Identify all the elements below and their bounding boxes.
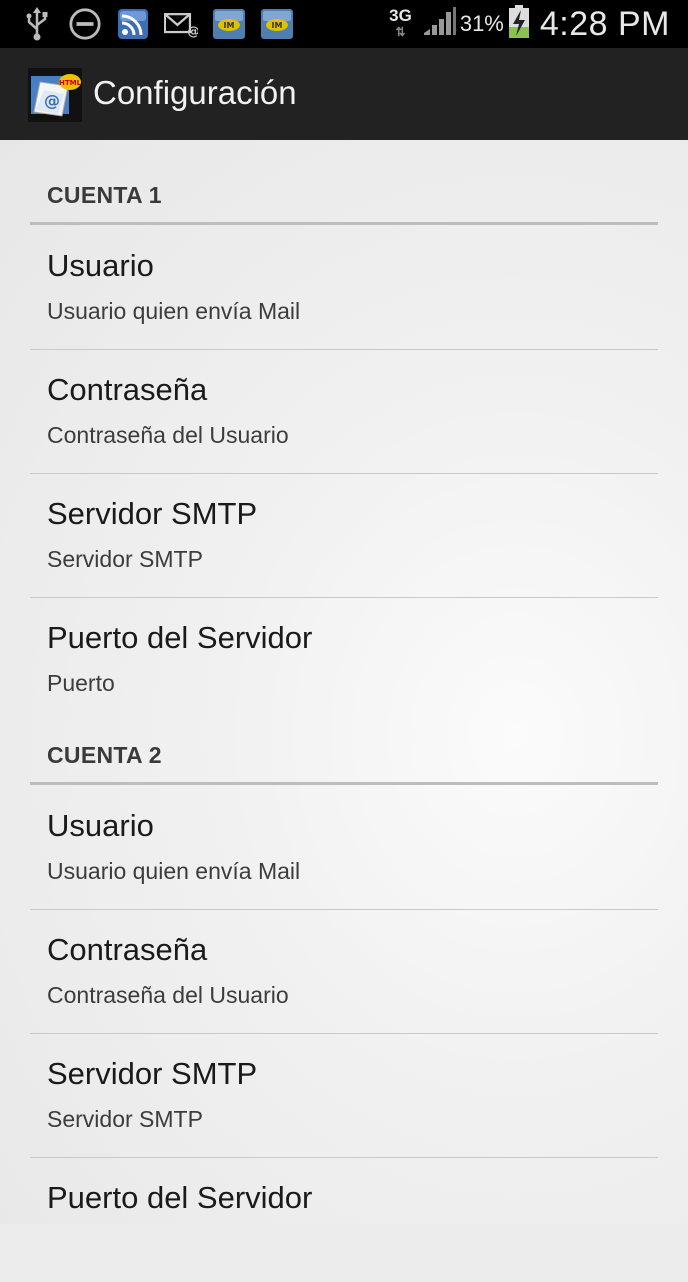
pref-title: Puerto del Servidor — [47, 1180, 313, 1215]
svg-text:IM: IM — [224, 21, 235, 30]
pref-title: Servidor SMTP — [47, 1056, 258, 1091]
pref-title: Contraseña — [47, 372, 208, 407]
svg-text:@: @ — [44, 91, 60, 110]
system-status: 3G ⇅ 31% 4:28 PM — [389, 0, 670, 48]
network-type-label: 3G — [389, 6, 412, 25]
pref-summary: Servidor SMTP — [47, 1106, 203, 1132]
pref-title: Servidor SMTP — [47, 496, 258, 531]
bbm-icon: IM — [260, 7, 294, 41]
battery-percent: 31% — [459, 11, 504, 36]
network-indicator: 3G ⇅ — [389, 6, 412, 40]
pref-summary: Contraseña del Usuario — [47, 982, 289, 1008]
signal-strength-icon — [422, 7, 460, 41]
pref-summary: Usuario quien envía Mail — [47, 298, 301, 324]
status-bar: @ IM IM 3G ⇅ — [0, 0, 688, 48]
data-activity-icon: ⇅ — [395, 25, 406, 39]
pref-item-usuario-1[interactable]: Usuario Usuario quien envía Mail — [30, 226, 658, 350]
pref-title: Puerto del Servidor — [47, 620, 313, 655]
pref-title: Usuario — [47, 808, 154, 843]
usb-icon — [20, 7, 54, 41]
pref-item-servidor-smtp-2[interactable]: Servidor SMTP Servidor SMTP — [30, 1034, 658, 1158]
pref-item-contrasena-1[interactable]: Contraseña Contraseña del Usuario — [30, 350, 658, 474]
battery-charging-icon — [508, 5, 540, 43]
category-title: CUENTA 1 — [47, 182, 162, 208]
page-title: Configuración — [93, 74, 297, 111]
pref-title: Contraseña — [47, 932, 208, 967]
pref-item-servidor-smtp-1[interactable]: Servidor SMTP Servidor SMTP — [30, 474, 658, 598]
pref-summary: Contraseña del Usuario — [47, 422, 289, 448]
clock: 4:28 PM — [539, 4, 670, 43]
pref-title: Usuario — [47, 248, 154, 283]
category-title: CUENTA 2 — [47, 742, 162, 768]
bbm-icon: IM — [212, 7, 246, 41]
category-divider — [30, 222, 658, 225]
pref-summary: Puerto — [47, 670, 115, 696]
preferences-list[interactable]: CUENTA 1 Usuario Usuario quien envía Mai… — [0, 140, 688, 1224]
rss-icon — [116, 7, 150, 41]
do-not-disturb-icon — [68, 7, 102, 41]
notification-icons: @ IM IM — [20, 6, 294, 42]
pref-item-contrasena-2[interactable]: Contraseña Contraseña del Usuario — [30, 910, 658, 1034]
pref-item-puerto-2[interactable]: Puerto del Servidor — [30, 1158, 658, 1282]
app-logo-icon[interactable]: @ HTML — [28, 68, 82, 122]
svg-text:@: @ — [187, 24, 198, 38]
mail-icon: @ — [164, 7, 198, 41]
svg-text:IM: IM — [272, 21, 283, 30]
pref-item-puerto-1[interactable]: Puerto del Servidor Puerto — [30, 598, 658, 722]
pref-item-usuario-2[interactable]: Usuario Usuario quien envía Mail — [30, 786, 658, 910]
pref-summary: Servidor SMTP — [47, 546, 203, 572]
category-divider — [30, 782, 658, 785]
action-bar: @ HTML Configuración — [0, 48, 688, 140]
svg-text:HTML: HTML — [59, 79, 82, 87]
pref-summary: Usuario quien envía Mail — [47, 858, 301, 884]
